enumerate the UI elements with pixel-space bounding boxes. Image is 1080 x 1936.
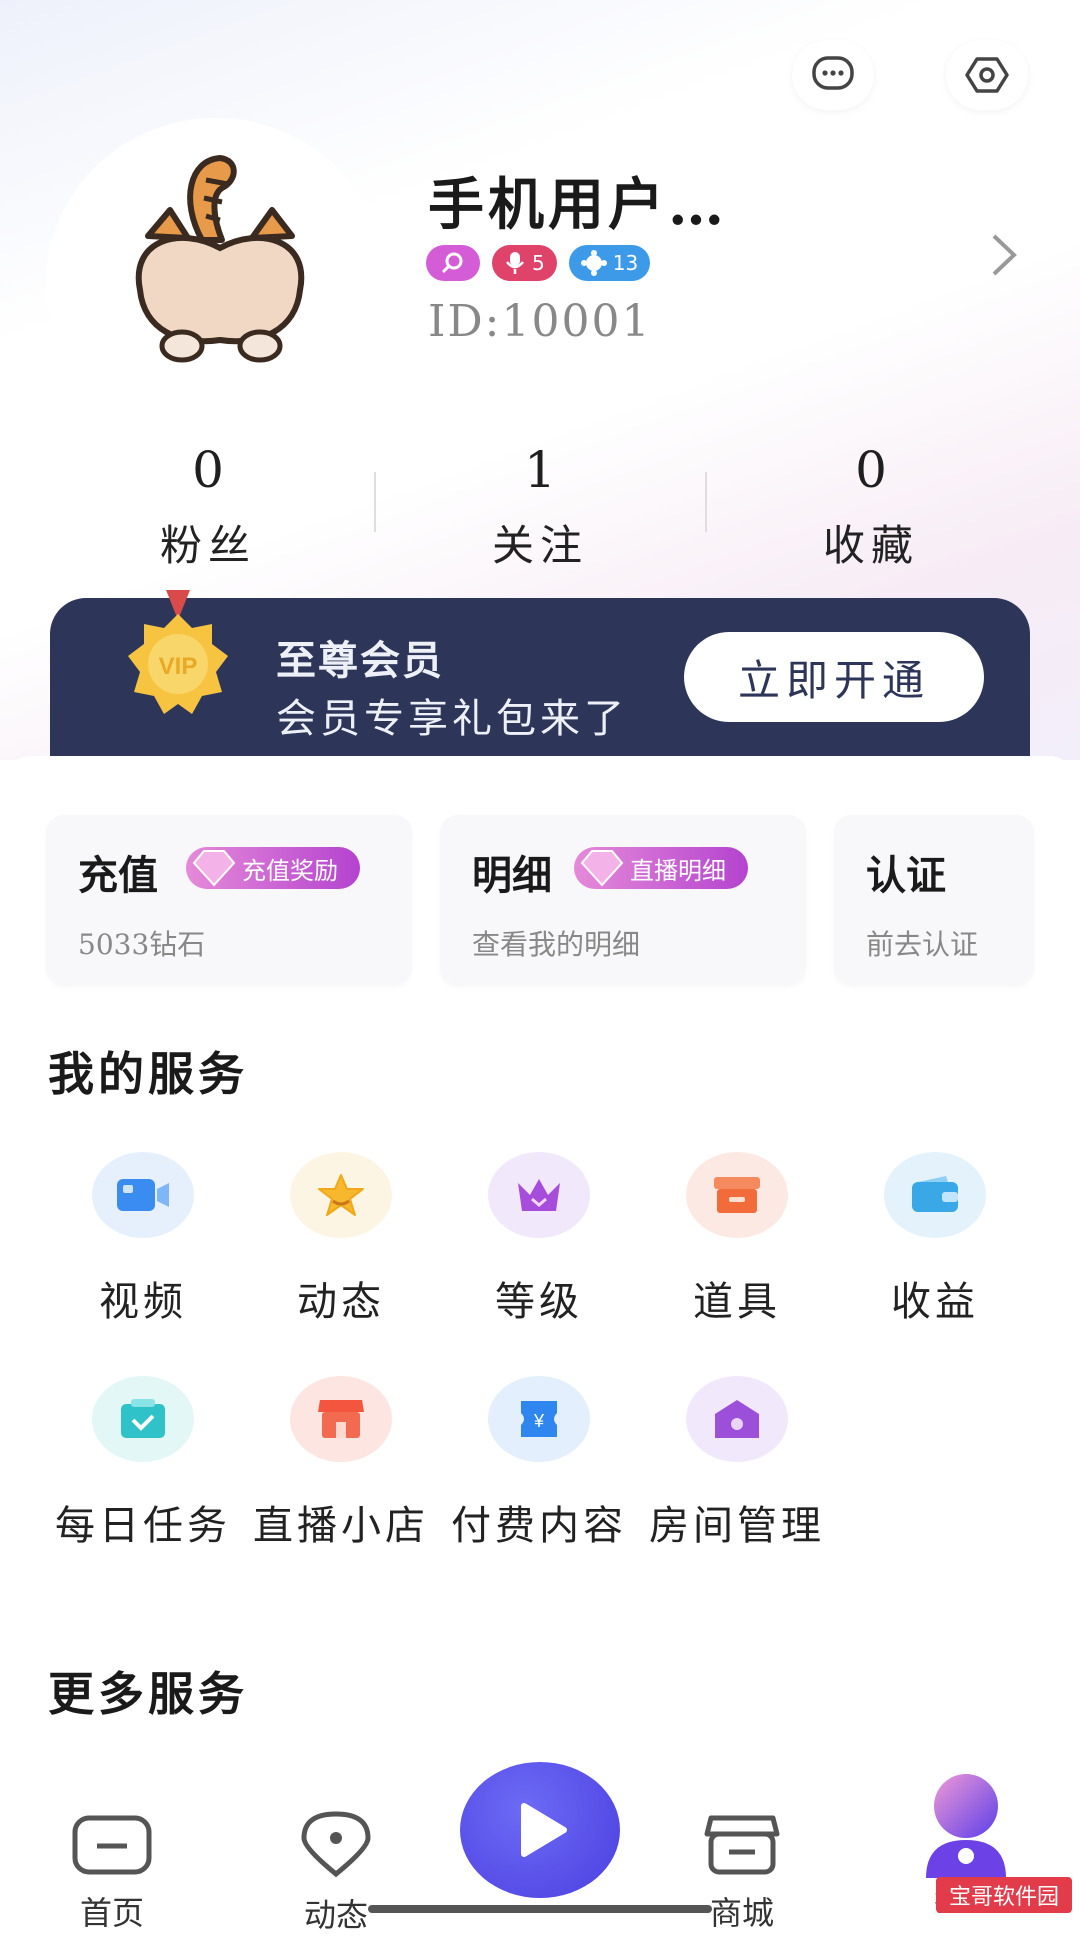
service-moments-label: 动态 [297, 1279, 385, 1325]
badge-wealth-value: 13 [612, 251, 639, 275]
chevron-right-icon[interactable] [990, 232, 1018, 278]
stat-fans[interactable]: 0 粉丝 [43, 440, 373, 573]
more-services-title: 更多服务 [48, 1667, 248, 1721]
chat-bubble-icon [812, 56, 854, 90]
stat-favorites-value: 0 [855, 441, 887, 499]
wallet-icon [884, 1152, 986, 1238]
user-name: 手机用户… [428, 172, 728, 238]
service-props[interactable]: 道具 [638, 1152, 836, 1330]
profile-icon [926, 1774, 1006, 1878]
gear-badge-icon [580, 250, 607, 276]
vip-medal-icon: VIP [128, 590, 228, 714]
tab-moments-label: 动态 [303, 1896, 368, 1934]
service-room-management-label: 房间管理 [649, 1503, 825, 1549]
location-icon [301, 1811, 371, 1878]
recharge-card-balance: 5033钻石 [78, 928, 206, 961]
service-video-label: 视频 [99, 1279, 187, 1325]
shop-icon [290, 1376, 392, 1462]
diamond-icon [580, 850, 624, 887]
service-earnings[interactable]: 收益 [836, 1152, 1034, 1330]
stat-following-value: 1 [524, 441, 556, 499]
crown-icon [488, 1152, 590, 1238]
stat-fans-value: 0 [192, 441, 224, 499]
task-icon [92, 1376, 194, 1462]
stat-following[interactable]: 1 关注 [375, 440, 705, 573]
recharge-reward-tag-label: 充值奖励 [242, 856, 338, 885]
store-icon [704, 1815, 780, 1875]
service-daily-tasks-label: 每日任务 [55, 1503, 231, 1549]
tab-home-label: 首页 [79, 1894, 144, 1932]
live-play-button[interactable] [460, 1762, 620, 1898]
recharge-card[interactable]: 充值 充值奖励 5033钻石 [46, 815, 412, 985]
service-level-label: 等级 [495, 1279, 583, 1325]
svg-text:¥: ¥ [533, 1411, 545, 1431]
vip-banner[interactable]: VIP 至尊会员 会员专享礼包来了 立即开通 [50, 590, 1030, 774]
service-props-label: 道具 [693, 1279, 781, 1325]
user-id: ID:10001 [428, 296, 652, 347]
vip-subtitle: 会员专享礼包来了 [276, 696, 628, 742]
details-card-subtitle: 查看我的明细 [472, 928, 641, 961]
service-daily-tasks[interactable]: 每日任务 [44, 1376, 242, 1554]
service-earnings-label: 收益 [891, 1279, 979, 1325]
home-icon [72, 1815, 152, 1875]
badge-mic-value: 5 [532, 251, 545, 275]
stat-favorites-label: 收藏 [822, 521, 919, 570]
vip-medal-text: VIP [159, 653, 198, 680]
vip-activate-button[interactable]: 立即开通 [684, 632, 984, 722]
ticket-icon: ¥ [488, 1376, 590, 1462]
user-badges: 5 13 [426, 245, 651, 281]
verify-card[interactable]: 认证 前去认证 [834, 815, 1034, 985]
avatar[interactable] [110, 140, 330, 370]
box-icon [686, 1152, 788, 1238]
search-icon [441, 252, 463, 274]
mic-icon [506, 252, 524, 274]
service-level[interactable]: 等级 [440, 1152, 638, 1330]
settings-button[interactable] [946, 40, 1028, 110]
service-room-management[interactable]: 房间管理 [638, 1376, 836, 1554]
details-card[interactable]: 明细 直播明细 查看我的明细 [440, 815, 806, 985]
badge-wealth-level: 13 [568, 245, 651, 281]
details-card-title: 明细 [472, 852, 552, 899]
service-live-shop[interactable]: 直播小店 [242, 1376, 440, 1554]
stat-fans-label: 粉丝 [159, 521, 256, 570]
service-paid-content[interactable]: ¥ 付费内容 [440, 1376, 638, 1554]
message-button[interactable] [792, 40, 874, 110]
watermark: 宝哥软件园 [936, 1877, 1072, 1913]
recharge-reward-tag: 充值奖励 [186, 847, 360, 889]
service-live-shop-label: 直播小店 [253, 1503, 429, 1549]
service-video[interactable]: 视频 [44, 1152, 242, 1330]
stat-following-label: 关注 [491, 521, 588, 570]
diamond-icon [192, 850, 236, 887]
tab-moments[interactable]: 动态 [246, 1808, 426, 1936]
service-paid-content-label: 付费内容 [451, 1503, 627, 1549]
play-icon [521, 1803, 567, 1857]
video-icon [92, 1152, 194, 1238]
settings-hexagon-icon [965, 57, 1009, 93]
home-indicator [368, 1905, 712, 1913]
verify-card-title: 认证 [866, 852, 946, 899]
star-icon [290, 1152, 392, 1238]
badge-mic-level: 5 [492, 245, 557, 281]
service-moments[interactable]: 动态 [242, 1152, 440, 1330]
live-details-tag: 直播明细 [574, 847, 748, 889]
verify-card-subtitle: 前去认证 [866, 928, 979, 961]
house-icon [686, 1376, 788, 1462]
tab-home[interactable]: 首页 [22, 1812, 202, 1934]
badge-gender [426, 245, 480, 281]
vip-title: 至尊会员 [276, 638, 444, 684]
live-details-tag-label: 直播明细 [630, 856, 726, 885]
my-services-title: 我的服务 [48, 1047, 248, 1101]
recharge-card-title: 充值 [78, 852, 158, 899]
stat-favorites[interactable]: 0 收藏 [706, 440, 1036, 573]
tab-mall[interactable]: 商城 [652, 1812, 832, 1934]
